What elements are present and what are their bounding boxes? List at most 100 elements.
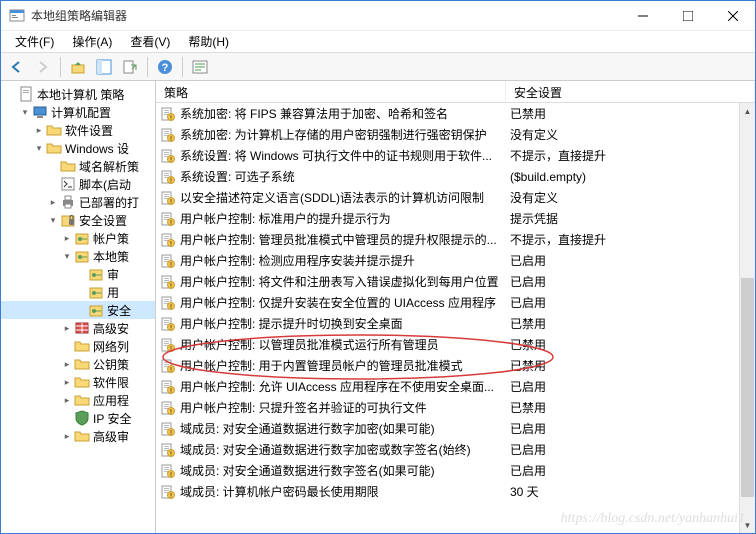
- tree-item[interactable]: 本地计算机 策略: [1, 85, 155, 103]
- tree-item[interactable]: 安全: [1, 301, 155, 319]
- tree-item[interactable]: ▸高级安: [1, 319, 155, 337]
- vertical-scrollbar[interactable]: ▲ ▼: [739, 103, 755, 533]
- expander-icon[interactable]: ▾: [33, 143, 45, 154]
- cell-policy: 以安全描述符定义语言(SDDL)语法表示的计算机访问限制: [156, 189, 506, 206]
- cell-policy: 域成员: 对安全通道数据进行数字加密或数字签名(始终): [156, 441, 506, 458]
- tree-item[interactable]: ▸高级审: [1, 427, 155, 445]
- tree-item[interactable]: ▸应用程: [1, 391, 155, 409]
- list-row[interactable]: 用户帐户控制: 管理员批准模式中管理员的提升权限提示的...不提示，直接提升: [156, 229, 755, 250]
- firewall-icon: [74, 320, 90, 336]
- up-button[interactable]: [66, 55, 90, 79]
- cell-policy: 用户帐户控制: 将文件和注册表写入错误虚拟化到每用户位置: [156, 273, 506, 290]
- cell-policy: 用户帐户控制: 管理员批准模式中管理员的提升权限提示的...: [156, 231, 506, 248]
- menu-view[interactable]: 查看(V): [122, 31, 178, 52]
- menu-file[interactable]: 文件(F): [7, 31, 62, 52]
- list-row[interactable]: 域成员: 对安全通道数据进行数字加密(如果可能)已启用: [156, 418, 755, 439]
- list-row[interactable]: 系统设置: 将 Windows 可执行文件中的证书规则用于软件...不提示，直接…: [156, 145, 755, 166]
- minimize-button[interactable]: [620, 1, 665, 30]
- tree-item[interactable]: ▸软件设置: [1, 121, 155, 139]
- menu-help[interactable]: 帮助(H): [180, 31, 237, 52]
- policy-icon: [160, 232, 176, 248]
- doc-icon: [18, 86, 34, 102]
- scroll-up-button[interactable]: ▲: [740, 103, 755, 119]
- tree-item[interactable]: ▾本地策: [1, 247, 155, 265]
- list-row[interactable]: 用户帐户控制: 用于内置管理员帐户的管理员批准模式已禁用: [156, 355, 755, 376]
- cell-policy: 用户帐户控制: 允许 UIAccess 应用程序在不使用安全桌面...: [156, 378, 506, 395]
- list-row[interactable]: 域成员: 对安全通道数据进行数字加密或数字签名(始终)已启用: [156, 439, 755, 460]
- list-row[interactable]: 用户帐户控制: 只提升签名并验证的可执行文件已禁用: [156, 397, 755, 418]
- expander-icon[interactable]: ▸: [61, 359, 73, 370]
- list-body[interactable]: 系统加密: 将 FIPS 兼容算法用于加密、哈希和签名已禁用系统加密: 为计算机…: [156, 103, 755, 533]
- list-row[interactable]: 用户帐户控制: 检测应用程序安装并提示提升已启用: [156, 250, 755, 271]
- tree-item-label: 已部署的打: [79, 194, 139, 211]
- list-row[interactable]: 域成员: 计算机帐户密码最长使用期限30 天: [156, 481, 755, 502]
- tree-item[interactable]: ▾Windows 设: [1, 139, 155, 157]
- tree-item[interactable]: 网络列: [1, 337, 155, 355]
- list-row[interactable]: 用户帐户控制: 提示提升时切换到安全桌面已禁用: [156, 313, 755, 334]
- expander-icon[interactable]: ▾: [61, 251, 73, 262]
- tree-item[interactable]: 域名解析策: [1, 157, 155, 175]
- show-hide-tree-button[interactable]: [92, 55, 116, 79]
- column-header-setting[interactable]: 安全设置: [506, 81, 755, 102]
- list-row[interactable]: 用户帐户控制: 标准用户的提升提示行为提示凭据: [156, 208, 755, 229]
- tree-item-label: 网络列: [93, 338, 129, 355]
- cell-setting: 不提示，直接提升: [506, 231, 755, 248]
- expander-icon[interactable]: ▸: [61, 431, 73, 442]
- tree-item[interactable]: ▾安全设置: [1, 211, 155, 229]
- expander-icon[interactable]: ▾: [47, 215, 59, 226]
- back-button[interactable]: [5, 55, 29, 79]
- list-row[interactable]: 系统设置: 可选子系统($build.empty): [156, 166, 755, 187]
- tree-item[interactable]: 用: [1, 283, 155, 301]
- list-row[interactable]: 系统加密: 将 FIPS 兼容算法用于加密、哈希和签名已禁用: [156, 103, 755, 124]
- list-row[interactable]: 用户帐户控制: 允许 UIAccess 应用程序在不使用安全桌面...已启用: [156, 376, 755, 397]
- menu-action[interactable]: 操作(A): [64, 31, 120, 52]
- cell-setting: 没有定义: [506, 126, 755, 143]
- expander-icon[interactable]: ▸: [61, 233, 73, 244]
- list-row[interactable]: 以安全描述符定义语言(SDDL)语法表示的计算机访问限制没有定义: [156, 187, 755, 208]
- tree-item[interactable]: 脚本(启动: [1, 175, 155, 193]
- close-button[interactable]: [710, 1, 755, 30]
- tree-item[interactable]: ▸软件限: [1, 373, 155, 391]
- folder-icon: [60, 158, 76, 174]
- printer-icon: [60, 194, 76, 210]
- policy-icon: [160, 316, 176, 332]
- maximize-button[interactable]: [665, 1, 710, 30]
- cell-setting: 已禁用: [506, 336, 755, 353]
- policy-icon: [160, 400, 176, 416]
- list-row[interactable]: 用户帐户控制: 以管理员批准模式运行所有管理员已禁用: [156, 334, 755, 355]
- column-header-policy[interactable]: 策略: [156, 81, 506, 102]
- tree-item[interactable]: ▸ 已部署的打: [1, 193, 155, 211]
- scroll-down-button[interactable]: ▼: [740, 517, 755, 533]
- forward-button[interactable]: [31, 55, 55, 79]
- expander-icon[interactable]: ▸: [47, 197, 59, 208]
- navigation-tree[interactable]: 本地计算机 策略▾计算机配置▸软件设置▾Windows 设域名解析策脚本(启动▸…: [1, 81, 156, 533]
- policy-icon: [160, 379, 176, 395]
- folder-up-icon: [70, 59, 86, 75]
- tree-item[interactable]: ▸公钥策: [1, 355, 155, 373]
- list-row[interactable]: 系统加密: 为计算机上存储的用户密钥强制进行强密钥保护没有定义: [156, 124, 755, 145]
- export-button[interactable]: [118, 55, 142, 79]
- tree-item[interactable]: 审: [1, 265, 155, 283]
- policy-icon: [160, 337, 176, 353]
- expander-icon[interactable]: ▾: [19, 107, 31, 118]
- cell-setting: 已启用: [506, 294, 755, 311]
- tree-item[interactable]: ▸帐户策: [1, 229, 155, 247]
- filter-icon: [192, 59, 208, 75]
- folder-icon: [74, 356, 90, 372]
- scroll-track[interactable]: [740, 119, 755, 517]
- filter-button[interactable]: [188, 55, 212, 79]
- scroll-thumb[interactable]: [741, 278, 754, 497]
- expander-icon[interactable]: ▸: [61, 323, 73, 334]
- list-row[interactable]: 域成员: 对安全通道数据进行数字签名(如果可能)已启用: [156, 460, 755, 481]
- help-button[interactable]: ?: [153, 55, 177, 79]
- expander-icon[interactable]: ▸: [61, 395, 73, 406]
- tree-item[interactable]: ▾计算机配置: [1, 103, 155, 121]
- folder-icon: [74, 392, 90, 408]
- list-row[interactable]: 用户帐户控制: 将文件和注册表写入错误虚拟化到每用户位置已启用: [156, 271, 755, 292]
- expander-icon[interactable]: ▸: [61, 377, 73, 388]
- tree-item[interactable]: IP 安全: [1, 409, 155, 427]
- back-icon: [9, 59, 25, 75]
- expander-icon[interactable]: ▸: [33, 125, 45, 136]
- cell-policy: 用户帐户控制: 仅提升安装在安全位置的 UIAccess 应用程序: [156, 294, 506, 311]
- list-row[interactable]: 用户帐户控制: 仅提升安装在安全位置的 UIAccess 应用程序已启用: [156, 292, 755, 313]
